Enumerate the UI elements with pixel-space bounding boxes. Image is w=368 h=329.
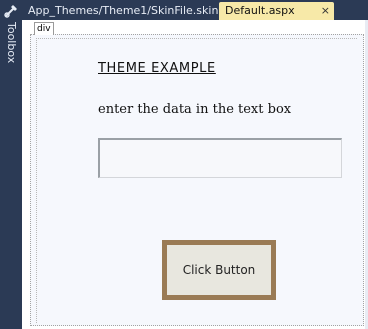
instruction-text: enter the data in the text box bbox=[98, 102, 292, 117]
toolbox-strip[interactable]: Toolbox bbox=[0, 0, 22, 329]
toolbox-label[interactable]: Toolbox bbox=[0, 22, 22, 82]
design-surface[interactable]: div THEME EXAMPLE enter the data in the … bbox=[22, 20, 368, 329]
page-title: THEME EXAMPLE bbox=[98, 61, 216, 76]
click-button[interactable]: Click Button bbox=[162, 240, 276, 300]
tab-skinfile[interactable]: App_Themes/Theme1/SkinFile.skin bbox=[22, 2, 218, 20]
document-tab-bar: App_Themes/Theme1/SkinFile.skin Default.… bbox=[22, 0, 368, 20]
close-icon[interactable]: × bbox=[321, 2, 330, 20]
element-tag-label[interactable]: div bbox=[34, 22, 54, 35]
tab-skinfile-label: App_Themes/Theme1/SkinFile.skin bbox=[28, 4, 219, 17]
data-text-box[interactable] bbox=[98, 138, 342, 178]
toolbox-icon[interactable] bbox=[3, 3, 19, 19]
tab-default-aspx-label: Default.aspx bbox=[225, 4, 295, 17]
tab-default-aspx[interactable]: Default.aspx × bbox=[219, 2, 334, 20]
